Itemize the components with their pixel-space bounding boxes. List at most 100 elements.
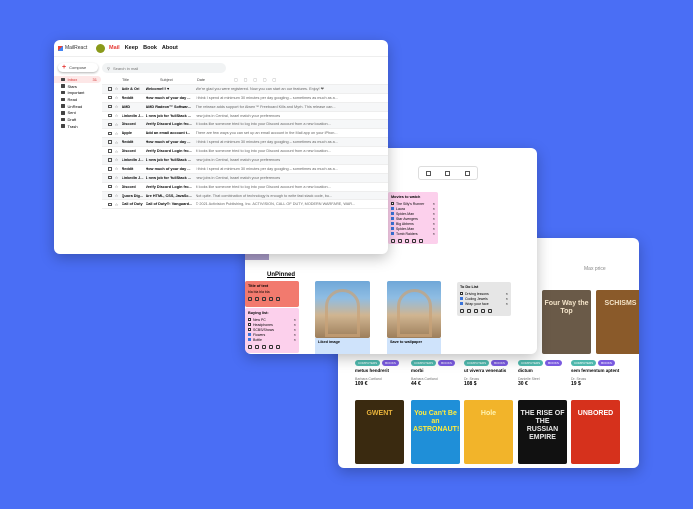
note-title-text[interactable]: Title of text bla bla bla bla (245, 281, 299, 307)
remove-icon[interactable]: × (433, 231, 435, 236)
mail-row[interactable]: ☆ Call of Duty Call of Duty®: Vanguard... ©… (102, 200, 388, 210)
star-icon[interactable]: ☆ (112, 113, 122, 118)
liked-image[interactable] (315, 281, 370, 338)
star-icon[interactable]: ☆ (112, 149, 122, 154)
remove-icon[interactable]: × (294, 337, 296, 342)
mail-row[interactable]: ☆ LinkedIn J... 1 new job for 'fullStack .… (102, 112, 388, 121)
checklist-item[interactable]: Wrap your face × (460, 301, 508, 306)
star-icon[interactable]: ☆ (112, 122, 122, 127)
edit-icon[interactable] (412, 239, 416, 243)
mail-row[interactable]: ☆ Reddit How much of your day ... I think I… (102, 165, 388, 174)
star-icon[interactable]: ☆ (112, 86, 122, 91)
star-icon[interactable]: ☆ (112, 166, 122, 171)
item-checkbox[interactable] (391, 212, 394, 215)
item-checkbox[interactable] (391, 227, 394, 230)
book-cover[interactable]: Hole (464, 400, 513, 464)
mail-row[interactable]: ☆ Reddit How much of your day ... I think I… (102, 94, 388, 103)
pin-icon[interactable] (248, 297, 252, 301)
copy-icon[interactable] (398, 239, 402, 243)
item-checkbox[interactable] (391, 222, 394, 225)
star-icon[interactable]: ☆ (112, 193, 122, 198)
item-checkbox[interactable] (391, 202, 394, 205)
header-subject[interactable]: Subject (160, 78, 197, 82)
mail-row[interactable]: ☆ AMD AMD Radeon™ Softwar... The release ad… (102, 102, 388, 112)
item-checkbox[interactable] (460, 297, 463, 300)
book-cover[interactable]: UNBORED (571, 400, 620, 464)
mail-icon[interactable]: ▢ (272, 77, 276, 82)
sidebar-item-important[interactable]: Important (54, 89, 101, 96)
pin-icon[interactable] (248, 345, 252, 349)
book-cover[interactable]: THE RISE OF THE RUSSIAN EMPIRE (518, 400, 567, 464)
mail-icon[interactable] (276, 297, 280, 301)
palette-icon[interactable] (262, 345, 266, 349)
checklist-item[interactable]: Bottle × (248, 337, 296, 342)
mail-row[interactable]: ☆ Discord Verify Discord Login fro... It lo… (102, 183, 388, 192)
book-card[interactable]: COMPUTERS BOOKS sem fermentum aptent Dr. Se… (571, 358, 620, 387)
nav-mail[interactable]: Mail (109, 45, 120, 51)
pin-icon[interactable] (460, 309, 464, 313)
mail-row[interactable]: ☆ Adir & Ori Welcome!!! ♥ We're glad you we… (102, 84, 388, 94)
nav-keep[interactable]: Keep (125, 45, 138, 51)
item-checkbox[interactable] (248, 323, 251, 326)
mail-row[interactable]: ☆ Apple Add an email account t... There are… (102, 129, 388, 139)
item-checkbox[interactable] (391, 207, 394, 210)
compose-button[interactable]: + Compose (58, 63, 98, 72)
item-checkbox[interactable] (391, 217, 394, 220)
sidebar-item-trash[interactable]: Trash (54, 123, 101, 130)
palette-icon[interactable] (405, 239, 409, 243)
item-checkbox[interactable] (391, 232, 394, 235)
copy-icon[interactable] (467, 309, 471, 313)
book-cover[interactable]: Four Way the Top (542, 290, 591, 354)
star-icon[interactable]: ☆ (112, 175, 122, 180)
note-buying-list[interactable]: Buying list: New PC × Headphones × SCBS/Shows… (245, 308, 299, 353)
star-icon[interactable]: ☆ (112, 184, 122, 189)
pin-icon[interactable] (391, 239, 395, 243)
header-title[interactable]: Title (122, 78, 160, 82)
mail-icon[interactable] (488, 309, 492, 313)
sidebar-item-unread[interactable]: UnRead (54, 103, 101, 110)
item-checkbox[interactable] (248, 328, 251, 331)
header-date[interactable]: Date (197, 78, 234, 82)
note-movies[interactable]: Movies to watch The Silly's Runner × Laura ×… (388, 192, 438, 244)
item-checkbox[interactable] (248, 318, 251, 321)
edit-icon[interactable] (481, 309, 485, 313)
book-cover[interactable]: You Can't Be an ASTRONAUT! (411, 400, 460, 464)
mail-row[interactable]: ☆ LinkedIn J... 1 new job for 'fullStack .… (102, 173, 388, 183)
wallpaper-image[interactable] (387, 281, 441, 338)
copy-icon[interactable] (255, 345, 259, 349)
sidebar-item-stars[interactable]: Stars (54, 83, 101, 90)
sidebar-item-read[interactable]: Read (54, 96, 101, 103)
unread-icon[interactable]: ▢ (253, 77, 257, 82)
archive-icon[interactable]: ▢ (263, 77, 267, 82)
app-logo[interactable]: MailReact (58, 45, 92, 51)
edit-icon[interactable] (269, 297, 273, 301)
star-icon[interactable]: ☆ (112, 104, 122, 109)
book-card[interactable]: COMPUTERS BOOKS metus hendrerit Barbara Car… (355, 358, 404, 387)
palette-icon[interactable] (262, 297, 266, 301)
mail-icon[interactable] (419, 239, 423, 243)
text-note-icon[interactable] (426, 170, 432, 176)
sidebar-item-inbox[interactable]: Inbox 31 (54, 76, 101, 83)
item-checkbox[interactable] (248, 338, 251, 341)
remove-icon[interactable]: × (506, 301, 508, 306)
book-card[interactable]: COMPUTERS BOOKS morbi Barbara Cartland 44 € (411, 358, 460, 387)
star-icon[interactable]: ☆ (112, 202, 122, 207)
nav-about[interactable]: About (162, 45, 178, 51)
star-icon[interactable]: ☆ (112, 95, 122, 100)
edit-icon[interactable] (269, 345, 273, 349)
item-checkbox[interactable] (460, 292, 463, 295)
checklist-item[interactable]: Tomb Raiders × (391, 231, 435, 236)
note-todo-list[interactable]: To Do List Driving lessons × Coding Jewels ×… (457, 282, 511, 316)
sidebar-item-sent[interactable]: Sent (54, 109, 101, 116)
image-note-icon[interactable] (464, 170, 470, 176)
sidebar-item-draft[interactable]: Draft (54, 116, 101, 123)
mail-row[interactable]: ☆ Discord Verify Discord Login fro... It lo… (102, 120, 388, 130)
copy-icon[interactable] (255, 297, 259, 301)
palette-icon[interactable] (474, 309, 478, 313)
book-card[interactable]: COMPUTERS BOOKS ut viverra venenatis Dr. Se… (464, 358, 513, 387)
star-icon[interactable]: ☆ (112, 140, 122, 145)
mail-row[interactable]: ☆ Quora Dig... Are HTML, CSS, JavaSc... Not… (102, 191, 388, 201)
mail-icon[interactable] (276, 345, 280, 349)
book-cover[interactable]: SCHISMS (596, 290, 639, 354)
nav-book[interactable]: Book (143, 45, 157, 51)
